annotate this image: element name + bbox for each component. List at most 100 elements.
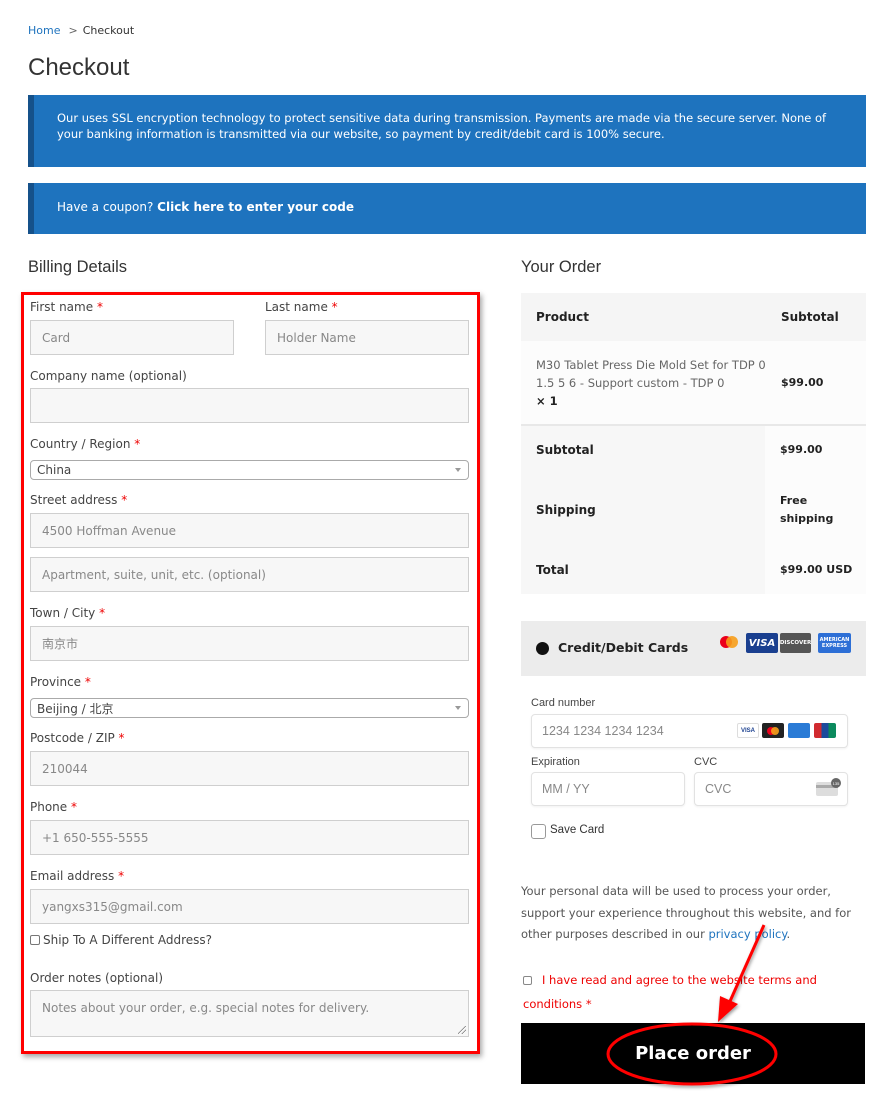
phone-input[interactable]: +1 650-555-5555 — [30, 820, 469, 855]
last-name-label-text: Last name — [265, 300, 328, 314]
country-label: Country / Region * — [30, 437, 140, 451]
street-address-input[interactable]: 4500 Hoffman Avenue — [30, 513, 469, 548]
country-select[interactable]: China — [30, 460, 469, 480]
coupon-notice: Have a coupon? Click here to enter your … — [28, 183, 866, 234]
payment-method-credit-card[interactable]: Credit/Debit Cards VISA DISCOVER AMERICA… — [521, 621, 866, 676]
required-mark: * — [118, 731, 125, 745]
card-number-input[interactable]: 1234 1234 1234 1234 VISA — [531, 714, 848, 748]
ship-different-checkbox[interactable] — [30, 935, 40, 945]
order-notes-placeholder: Notes about your order, e.g. special not… — [42, 1001, 370, 1015]
breadcrumb-home-link[interactable]: Home — [28, 24, 60, 37]
privacy-notice: Your personal data will be used to proce… — [521, 881, 866, 946]
save-card-checkbox[interactable] — [531, 824, 546, 839]
expiration-input[interactable]: MM / YY — [531, 772, 685, 806]
payment-radio[interactable] — [536, 642, 549, 655]
province-label: Province * — [30, 675, 91, 689]
ship-different-label[interactable]: Ship To A Different Address? — [43, 933, 212, 947]
cvc-card-icon: 135 — [816, 778, 841, 796]
mastercard-icon — [717, 633, 741, 653]
mastercard-small-icon — [762, 723, 784, 738]
discover-icon: DISCOVER — [780, 633, 811, 653]
street-label-text: Street address — [30, 493, 118, 507]
terms-text[interactable]: I have read and agree to the website ter… — [523, 973, 817, 1011]
postcode-input[interactable]: 210044 — [30, 751, 469, 786]
first-name-label: First name * — [30, 300, 103, 314]
shipping-value: Free shipping — [765, 474, 866, 546]
last-name-label: Last name * — [265, 300, 338, 314]
product-cell: M30 Tablet Press Die Mold Set for TDP 0 … — [521, 356, 781, 410]
country-label-text: Country / Region — [30, 437, 131, 451]
required-mark: * — [99, 606, 106, 620]
privacy-text: Your personal data will be used to proce… — [521, 884, 851, 941]
card-number-placeholder: 1234 1234 1234 1234 — [542, 724, 664, 738]
subtotal-row: Subtotal $99.00 — [521, 426, 866, 474]
total-label: Total — [521, 546, 765, 594]
country-value: China — [37, 463, 72, 477]
privacy-policy-link[interactable]: privacy policy — [708, 927, 786, 941]
chevron-down-icon — [455, 468, 461, 472]
first-name-label-text: First name — [30, 300, 94, 314]
shipping-label: Shipping — [521, 474, 765, 546]
city-label-text: Town / City — [30, 606, 96, 620]
table-row: M30 Tablet Press Die Mold Set for TDP 0 … — [521, 341, 866, 426]
billing-title: Billing Details — [28, 258, 128, 276]
phone-label: Phone * — [30, 800, 77, 814]
order-title: Your Order — [521, 258, 602, 276]
subtotal-header: Subtotal — [781, 310, 839, 324]
subtotal-value: $99.00 — [765, 426, 866, 474]
breadcrumb: Home > Checkout — [28, 24, 134, 37]
breadcrumb-current: Checkout — [82, 24, 135, 37]
save-card-label[interactable]: Save Card — [550, 824, 604, 836]
required-mark: * — [134, 437, 141, 451]
company-label: Company name (optional) — [30, 369, 187, 383]
company-input[interactable] — [30, 388, 469, 423]
province-label-text: Province — [30, 675, 82, 689]
terms-checkbox[interactable] — [523, 976, 532, 985]
city-label: Town / City * — [30, 606, 105, 620]
privacy-end: . — [786, 927, 791, 941]
order-notes-textarea[interactable]: Notes about your order, e.g. special not… — [30, 990, 469, 1037]
breadcrumb-separator: > — [68, 24, 78, 37]
required-mark: * — [585, 997, 592, 1011]
email-label-text: Email address — [30, 869, 115, 883]
chevron-down-icon — [455, 706, 461, 710]
resize-handle-icon[interactable] — [458, 1026, 466, 1034]
unionpay-small-icon — [814, 723, 836, 738]
apartment-input[interactable]: Apartment, suite, unit, etc. (optional) — [30, 557, 469, 592]
coupon-prefix: Have a coupon? — [57, 200, 154, 214]
coupon-link[interactable]: Click here to enter your code — [157, 200, 354, 214]
postcode-label: Postcode / ZIP * — [30, 731, 125, 745]
shipping-row: Shipping Free shipping — [521, 474, 866, 546]
email-input[interactable]: yangxs315@gmail.com — [30, 889, 469, 924]
amex-small-icon — [788, 723, 810, 738]
cvc-label: CVC — [694, 756, 718, 768]
phone-label-text: Phone — [30, 800, 68, 814]
card-number-label: Card number — [531, 697, 596, 709]
visa-icon: VISA — [746, 633, 778, 653]
ssl-notice: Our uses SSL encryption technology to pr… — [28, 95, 866, 167]
total-value: $99.00 USD — [765, 546, 866, 594]
required-mark: * — [118, 869, 125, 883]
required-mark: * — [84, 675, 91, 689]
product-header: Product — [536, 310, 589, 324]
subtotal-label: Subtotal — [521, 426, 765, 474]
required-mark: * — [121, 493, 128, 507]
last-name-input[interactable]: Holder Name — [265, 320, 469, 355]
payment-method-label: Credit/Debit Cards — [558, 640, 689, 655]
order-table: Product Subtotal M30 Tablet Press Die Mo… — [521, 293, 866, 594]
cvc-input[interactable]: CVC 135 — [694, 772, 848, 806]
city-input[interactable]: 南京市 — [30, 626, 469, 661]
province-select[interactable]: Beijing / 北京 — [30, 698, 469, 718]
order-table-header: Product Subtotal — [521, 293, 866, 341]
total-row: Total $99.00 USD — [521, 546, 866, 594]
page-title: Checkout — [28, 54, 130, 81]
product-name: M30 Tablet Press Die Mold Set for TDP 0 … — [536, 357, 766, 390]
first-name-input[interactable]: Card — [30, 320, 234, 355]
expiration-label: Expiration — [531, 756, 580, 768]
required-mark: * — [71, 800, 77, 814]
visa-small-icon: VISA — [737, 723, 759, 738]
product-qty: × 1 — [536, 393, 558, 408]
place-order-button[interactable]: Place order — [521, 1023, 865, 1084]
email-label: Email address * — [30, 869, 124, 883]
cvc-placeholder: CVC — [705, 782, 732, 796]
